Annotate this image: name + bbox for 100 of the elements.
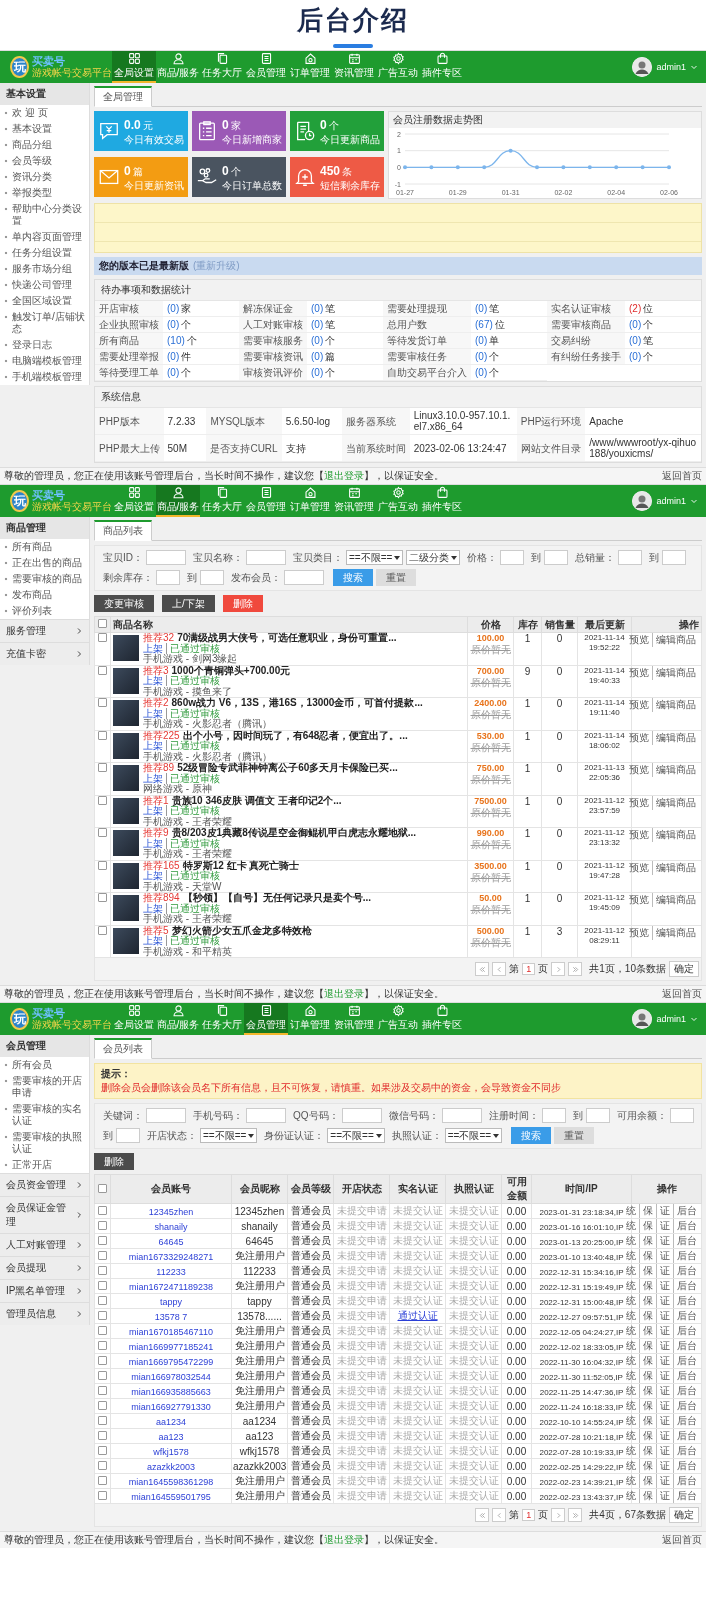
username[interactable]: admin1 — [656, 1014, 686, 1024]
row-action-link[interactable]: 证 — [656, 1324, 673, 1338]
row-action-link[interactable]: 证 — [656, 1399, 673, 1413]
logout-link[interactable]: 退出登录 — [324, 988, 364, 999]
row-action-link[interactable]: 编辑商品 — [652, 698, 699, 712]
row-action-link[interactable]: 证 — [656, 1279, 673, 1293]
listing-status[interactable]: 上架 — [143, 707, 163, 719]
nav-tab[interactable]: 广告互动 — [376, 1003, 420, 1035]
input-field[interactable] — [246, 550, 286, 565]
row-action-link[interactable]: 保 — [639, 1414, 656, 1428]
row-action-link[interactable]: 保 — [639, 1324, 656, 1338]
tab[interactable]: 全局管理 — [94, 86, 152, 107]
listing-status[interactable]: 上架 — [143, 902, 163, 914]
row-action-link[interactable]: 后台 — [673, 1249, 700, 1263]
stat-count[interactable]: (0) — [311, 351, 324, 362]
row-action-link[interactable]: 统 — [623, 1219, 639, 1233]
row-action-link[interactable]: 证 — [656, 1264, 673, 1278]
stat-count[interactable]: (0) — [167, 367, 180, 378]
checkbox[interactable] — [98, 619, 107, 628]
stat-count[interactable]: (0) — [475, 335, 488, 346]
row-action-link[interactable]: 预览 — [626, 698, 652, 712]
action-button[interactable]: 删除 — [94, 1153, 134, 1170]
nav-tab[interactable]: 商品/服务 — [156, 1003, 200, 1035]
input-field[interactable] — [541, 1108, 566, 1123]
row-action-link[interactable]: 后台 — [673, 1279, 700, 1293]
sidebar-group[interactable]: 会员提现 — [0, 1256, 89, 1279]
checkbox[interactable] — [98, 1205, 107, 1215]
input-field[interactable] — [146, 550, 186, 565]
nav-tab[interactable]: 订单管理 — [288, 1003, 332, 1035]
checkbox[interactable] — [98, 1280, 107, 1290]
stat-count[interactable]: (0) — [475, 303, 488, 314]
nav-tab[interactable]: 会员管理 — [244, 51, 288, 83]
product-title[interactable]: 推荐32 70满级战男大侠号，可选任意职业，身份可重置... — [143, 633, 397, 644]
stat-count[interactable]: (0) — [311, 367, 324, 378]
home-link[interactable]: 返回首页 — [662, 987, 702, 1001]
checkbox[interactable] — [98, 1325, 107, 1335]
listing-status[interactable]: 上架 — [143, 935, 163, 946]
row-action-link[interactable]: 证 — [656, 1444, 673, 1458]
input-field[interactable] — [116, 1128, 140, 1143]
row-action-link[interactable]: 统 — [623, 1204, 639, 1218]
row-action-link[interactable]: 统 — [623, 1294, 639, 1308]
nav-tab[interactable]: 全局设置 — [112, 1003, 156, 1035]
row-action-link[interactable]: 预览 — [626, 730, 652, 745]
row-action-link[interactable]: 保 — [639, 1354, 656, 1368]
nav-tab[interactable]: 插件专区 — [420, 485, 464, 517]
row-action-link[interactable]: 证 — [656, 1414, 673, 1428]
sidebar-group[interactable]: 充值卡密 — [0, 642, 89, 665]
account-link[interactable]: 13578 7 — [154, 1311, 188, 1322]
previous-page-button[interactable] — [492, 962, 507, 976]
checkbox[interactable] — [98, 925, 107, 935]
action-button[interactable]: 删除 — [222, 595, 263, 612]
input-field[interactable] — [585, 1108, 610, 1123]
nav-tab[interactable]: 资讯管理 — [332, 51, 376, 83]
stat-count[interactable]: (0) — [167, 303, 180, 314]
listing-status[interactable]: 上架 — [143, 642, 163, 654]
page-input[interactable]: 1 — [522, 963, 536, 975]
nav-tab[interactable]: 任务大厅 — [200, 51, 244, 83]
row-action-link[interactable]: 证 — [656, 1249, 673, 1263]
next-page-button[interactable] — [551, 962, 566, 976]
row-action-link[interactable]: 预览 — [626, 795, 652, 810]
row-action-link[interactable]: 后台 — [673, 1234, 700, 1248]
logout-link[interactable]: 退出登录 — [324, 470, 364, 481]
nav-tab[interactable]: 全局设置 — [112, 51, 156, 83]
checkbox[interactable] — [98, 828, 107, 837]
row-action-link[interactable]: 统 — [623, 1339, 639, 1353]
checkbox[interactable] — [98, 1250, 107, 1260]
row-action-link[interactable]: 保 — [639, 1489, 656, 1503]
last-page-button[interactable] — [568, 962, 583, 976]
checkbox[interactable] — [98, 1430, 107, 1440]
listing-status[interactable]: 上架 — [143, 870, 163, 881]
product-title[interactable]: 推荐89 52级冒险专武菲神钟离公子60多天月卡保险已买... — [143, 763, 398, 774]
tab[interactable]: 商品列表 — [94, 520, 152, 541]
row-action-link[interactable]: 证 — [656, 1429, 673, 1443]
listing-status[interactable]: 上架 — [143, 837, 163, 849]
stat-count[interactable]: (0) — [629, 351, 642, 362]
listing-status[interactable]: 上架 — [143, 772, 163, 784]
input-field[interactable] — [246, 1108, 286, 1123]
sidebar-group[interactable]: 会员资金管理 — [0, 1173, 89, 1196]
nav-tab[interactable]: 订单管理 — [288, 51, 332, 83]
checkbox[interactable] — [98, 1235, 107, 1245]
checkbox[interactable] — [98, 665, 107, 675]
row-action-link[interactable]: 证 — [656, 1354, 673, 1368]
row-action-link[interactable]: 证 — [656, 1204, 673, 1218]
row-action-link[interactable]: 保 — [639, 1309, 656, 1323]
checkbox[interactable] — [98, 633, 107, 642]
account-link[interactable]: 112233 — [156, 1266, 186, 1277]
row-action-link[interactable]: 编辑商品 — [652, 925, 699, 940]
input-field[interactable] — [441, 1108, 482, 1123]
row-action-link[interactable]: 证 — [656, 1294, 673, 1308]
confirm-button[interactable]: 确定 — [669, 961, 699, 977]
checkbox[interactable] — [98, 1460, 107, 1470]
action-button[interactable]: 上/下架 — [162, 595, 215, 612]
product-title[interactable]: 推荐165 特罗斯12 红卡 真死亡骑士 — [143, 860, 300, 871]
row-action-link[interactable]: 编辑商品 — [652, 633, 699, 647]
last-page-button[interactable] — [568, 1508, 583, 1522]
row-action-link[interactable]: 编辑商品 — [652, 795, 699, 810]
row-action-link[interactable]: 统 — [623, 1264, 639, 1278]
checkbox[interactable] — [98, 1183, 107, 1193]
row-action-link[interactable]: 保 — [639, 1369, 656, 1383]
row-action-link[interactable]: 预览 — [626, 763, 652, 777]
